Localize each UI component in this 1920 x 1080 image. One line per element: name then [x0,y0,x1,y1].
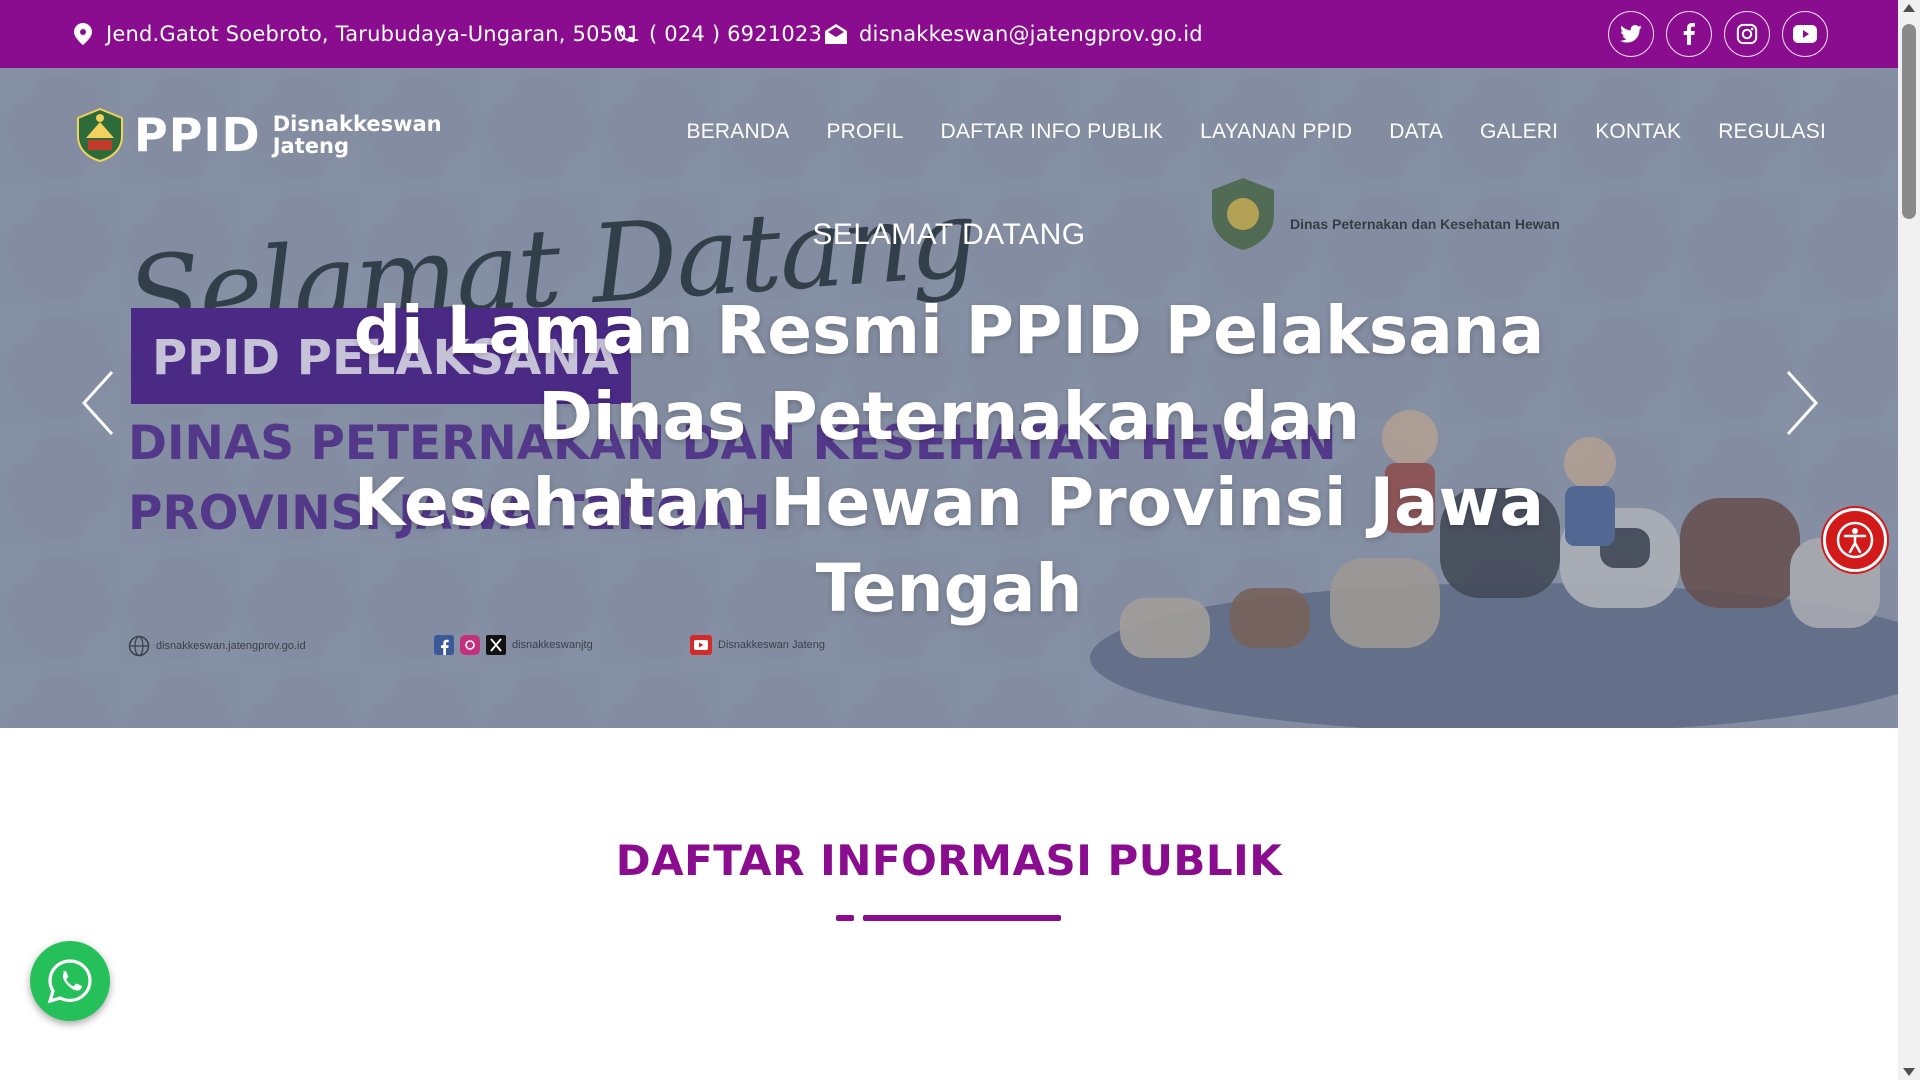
envelope-icon [825,23,847,45]
accessibility-button[interactable] [1823,508,1887,572]
hero-footer-social: disnakkeswanjtg [434,635,593,655]
hero-footer-website-text: disnakkeswan.jatengprov.go.id [156,640,306,652]
main-navbar: PPID Disnakkeswan Jateng BERANDA PROFIL … [0,68,1898,202]
nav-kontak[interactable]: KONTAK [1595,120,1681,144]
instagram-icon [1736,23,1758,45]
scrollbar-thumb[interactable] [1902,24,1916,219]
chevron-left-icon [81,370,114,436]
top-contact-bar: Jend.Gatot Soebroto, Tarubudaya-Ungaran,… [0,0,1898,68]
hero-footer-youtube-text: Disnakkeswan Jateng [718,639,826,651]
jateng-crest-icon [77,108,123,162]
carousel-prev-button[interactable] [78,368,118,438]
facebook-link[interactable] [1666,11,1712,57]
logo-subtitle-line2: Jateng [272,134,349,158]
hero-footer-youtube: Disnakkeswan Jateng [690,635,825,655]
logo-text: PPID [134,108,261,162]
scroll-up-arrow-icon[interactable] [1903,4,1915,12]
hero-subtitle: SELAMAT DATANG [812,218,1086,251]
facebook-icon [434,635,454,655]
logo-subtitle-line1: Disnakkeswan [272,112,442,136]
twitter-link[interactable] [1608,11,1654,57]
main-menu: BERANDA PROFIL DAFTAR INFO PUBLIK LAYANA… [687,120,1827,144]
nav-profil[interactable]: PROFIL [826,120,903,144]
hero-footer-social-text: disnakkeswanjtg [512,639,593,651]
phone-icon [615,23,637,45]
section-title-underline-long [863,915,1061,921]
instagram-link[interactable] [1724,11,1770,57]
whatsapp-button[interactable] [30,941,110,1021]
globe-icon [128,635,150,657]
nav-layanan-ppid[interactable]: LAYANAN PPID [1200,120,1352,144]
section-title-underline-short [836,915,854,921]
nav-galeri[interactable]: GALERI [1480,120,1558,144]
hero-carousel: Selamat Datang PPID PELAKSANA DINAS PETE… [0,68,1898,728]
hero-title: di Laman Resmi PPID Pelaksana Dinas Pete… [353,292,1545,627]
x-icon [486,635,506,655]
facebook-icon [1683,23,1695,45]
scroll-down-arrow-icon[interactable] [1903,1068,1915,1076]
youtube-icon [1793,25,1817,43]
page-scrollbar[interactable] [1898,0,1920,1080]
phone-contact: ( 024 ) 6921023 [615,0,822,68]
nav-data[interactable]: DATA [1389,120,1443,144]
address-contact: Jend.Gatot Soebroto, Tarubudaya-Ungaran,… [72,0,640,68]
nav-regulasi[interactable]: REGULASI [1718,120,1826,144]
hero-footer-website: disnakkeswan.jatengprov.go.id [128,635,306,657]
chevron-right-icon [1786,370,1819,436]
nav-beranda[interactable]: BERANDA [687,120,790,144]
instagram-icon [460,635,480,655]
address-text: Jend.Gatot Soebroto, Tarubudaya-Ungaran,… [106,22,641,46]
youtube-icon [690,635,712,655]
social-links [1608,11,1828,57]
nav-daftar-info-publik[interactable]: DAFTAR INFO PUBLIK [941,120,1164,144]
accessibility-icon [1836,521,1874,559]
email-text: disnakkeswan@jatengprov.go.id [859,22,1203,46]
section-title: DAFTAR INFORMASI PUBLIK [615,836,1283,885]
site-logo[interactable]: PPID Disnakkeswan Jateng [76,108,442,162]
twitter-icon [1620,25,1642,43]
logo-subtitle: Disnakkeswan Jateng [273,113,442,157]
phone-text: ( 024 ) 6921023 [649,22,823,46]
whatsapp-icon [47,959,92,1004]
youtube-link[interactable] [1782,11,1828,57]
map-pin-icon [72,23,94,45]
email-contact: disnakkeswan@jatengprov.go.id [825,0,1203,68]
carousel-next-button[interactable] [1782,368,1822,438]
